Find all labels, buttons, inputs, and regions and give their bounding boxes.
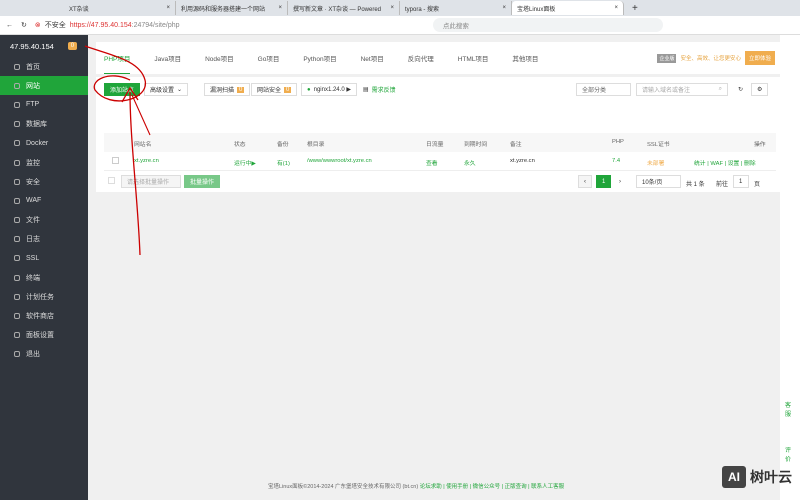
red-annotation-arrow: [84, 45, 151, 256]
